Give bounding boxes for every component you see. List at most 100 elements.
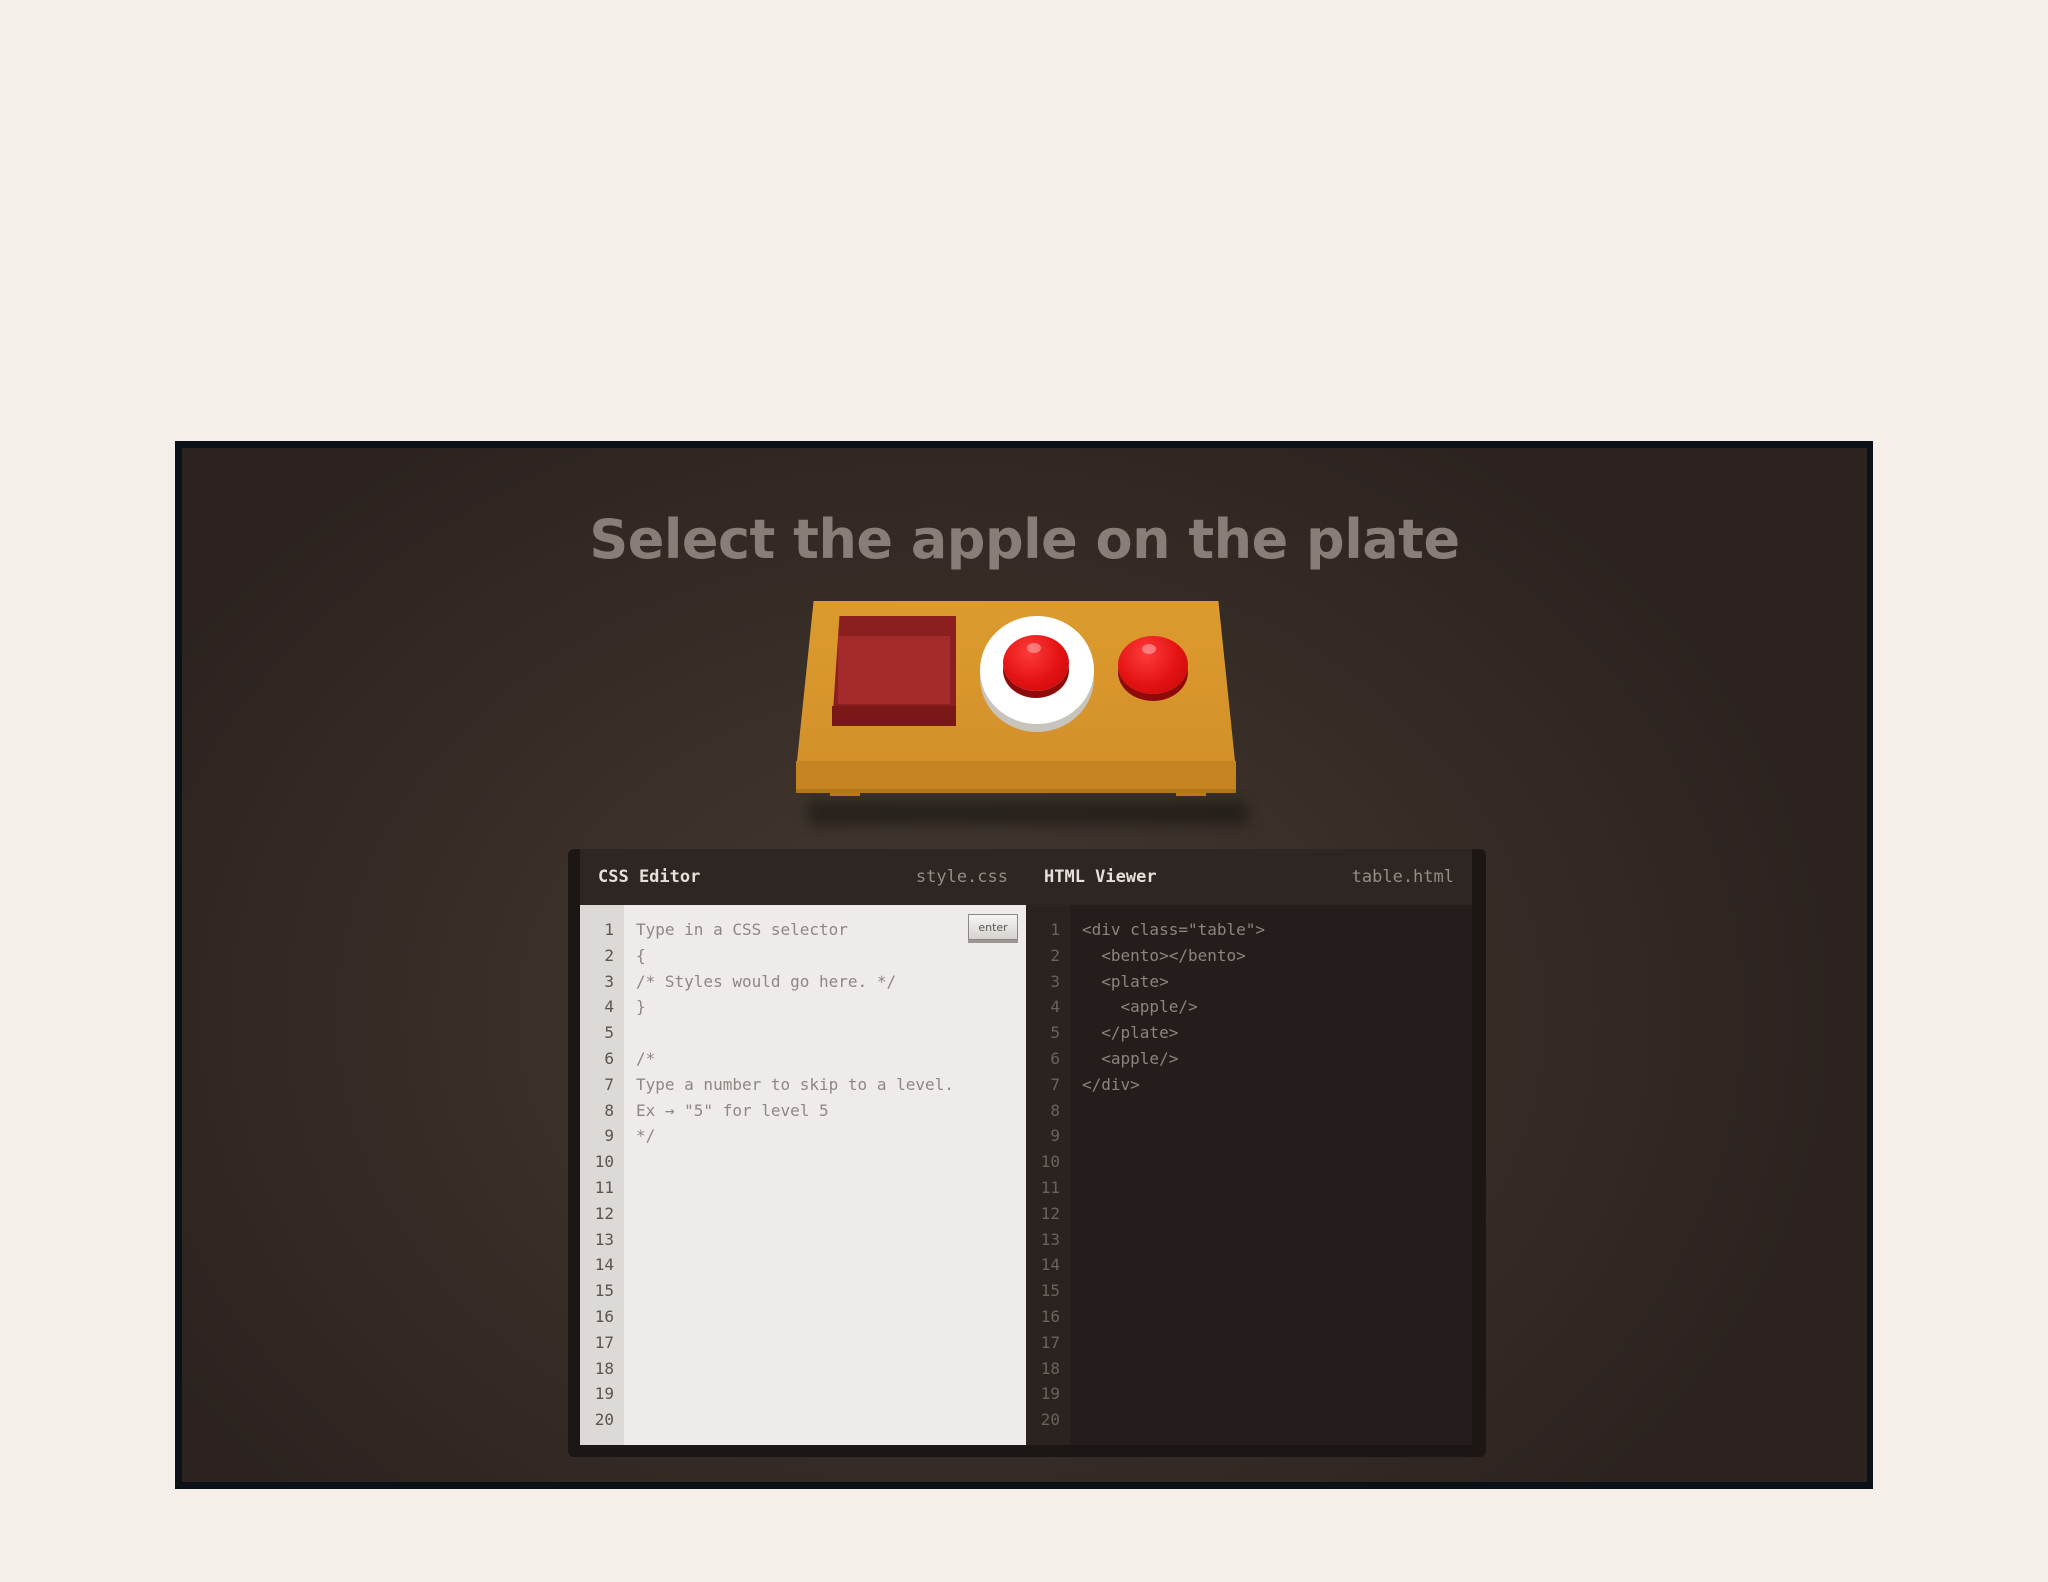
css-code-line bbox=[636, 1381, 1026, 1407]
html-code-line bbox=[1082, 1304, 1472, 1330]
line-number: 4 bbox=[1050, 997, 1060, 1017]
table-edge bbox=[796, 761, 1236, 793]
html-code-line: <plate> bbox=[1082, 971, 1169, 991]
line-number: 19 bbox=[1040, 1384, 1060, 1404]
line-number: 5 bbox=[604, 1023, 614, 1043]
css-code-line bbox=[636, 1227, 1026, 1253]
bento-box-front bbox=[832, 706, 956, 726]
line-number: 20 bbox=[1040, 1410, 1060, 1430]
css-code-line: { bbox=[636, 945, 646, 965]
line-number: 6 bbox=[604, 1048, 614, 1068]
css-code-line: /* bbox=[636, 1048, 656, 1068]
table-scene bbox=[796, 601, 1248, 831]
css-code-area[interactable]: 1 2 3 4 5 6 7 8 9 10 11 12 13 14 15 16 17 18 19 20 Type in … bbox=[580, 905, 1026, 1445]
css-code-line bbox=[636, 1407, 1026, 1433]
line-number: 18 bbox=[594, 1358, 614, 1378]
line-number: 8 bbox=[604, 1100, 614, 1120]
html-line-numbers: 1 2 3 4 5 6 7 8 9 10 11 12 13 14 15 16 17 18 19 20 bbox=[1026, 905, 1070, 1445]
line-number: 16 bbox=[1040, 1306, 1060, 1326]
css-code-line: /* Styles would go here. */ bbox=[636, 971, 897, 991]
line-number: 4 bbox=[604, 997, 614, 1017]
editor-container: CSS Editor style.css 1 2 3 4 5 6 7 8 9 10 11 12 13 14… bbox=[568, 849, 1486, 1457]
line-number: 10 bbox=[1040, 1152, 1060, 1172]
line-number: 2 bbox=[604, 945, 614, 965]
line-number: 20 bbox=[594, 1410, 614, 1430]
html-viewer-title: HTML Viewer bbox=[1044, 867, 1157, 887]
line-number: 2 bbox=[1050, 945, 1060, 965]
css-editor-title: CSS Editor bbox=[598, 867, 701, 887]
apple-icon bbox=[1118, 636, 1188, 694]
line-number: 3 bbox=[1050, 971, 1060, 991]
line-number: 10 bbox=[594, 1152, 614, 1172]
line-number: 3 bbox=[604, 971, 614, 991]
table-shadow bbox=[808, 801, 1248, 825]
line-number: 9 bbox=[604, 1126, 614, 1146]
line-number: 14 bbox=[594, 1255, 614, 1275]
css-editor-pane: CSS Editor style.css 1 2 3 4 5 6 7 8 9 10 11 12 13 14… bbox=[580, 849, 1026, 1445]
html-code-line: <apple/> bbox=[1082, 1048, 1179, 1068]
css-code-line: } bbox=[636, 997, 646, 1017]
html-code-line bbox=[1082, 1149, 1472, 1175]
css-code-line bbox=[636, 1304, 1026, 1330]
enter-button[interactable]: enter bbox=[968, 914, 1018, 940]
css-input[interactable]: Type in a CSS selector{/* Styles would g… bbox=[624, 905, 1026, 1445]
css-code-line bbox=[636, 1175, 1026, 1201]
game-stage: Select the apple on the plate CSS Editor… bbox=[182, 448, 1867, 1482]
line-number: 11 bbox=[594, 1177, 614, 1197]
line-number: 12 bbox=[594, 1203, 614, 1223]
css-code-line bbox=[636, 1330, 1026, 1356]
line-number: 8 bbox=[1050, 1100, 1060, 1120]
line-number: 13 bbox=[1040, 1229, 1060, 1249]
line-number: 17 bbox=[594, 1332, 614, 1352]
css-editor-header: CSS Editor style.css bbox=[580, 849, 1026, 905]
html-code-line: </div> bbox=[1082, 1074, 1140, 1094]
css-line-numbers: 1 2 3 4 5 6 7 8 9 10 11 12 13 14 15 16 17 18 19 20 bbox=[580, 905, 624, 1445]
line-number: 1 bbox=[604, 920, 614, 939]
html-code-line bbox=[1082, 1201, 1472, 1227]
line-number: 1 bbox=[1050, 920, 1060, 939]
css-code-line: Type a number to skip to a level. bbox=[636, 1074, 954, 1094]
html-code-line bbox=[1082, 1227, 1472, 1253]
line-number: 6 bbox=[1050, 1048, 1060, 1068]
html-code-line bbox=[1082, 1330, 1472, 1356]
line-number: 14 bbox=[1040, 1255, 1060, 1275]
css-editor-filename: style.css bbox=[915, 867, 1008, 887]
html-code-line bbox=[1082, 1252, 1472, 1278]
html-code-line: <div class="table"> bbox=[1082, 920, 1266, 939]
html-code-line bbox=[1082, 1098, 1472, 1124]
html-code-line bbox=[1082, 1356, 1472, 1382]
html-markup: <div class="table"> <bento></bento> <pla… bbox=[1070, 905, 1472, 1445]
game-frame: Select the apple on the plate CSS Editor… bbox=[175, 441, 1873, 1489]
html-code-line: </plate> bbox=[1082, 1023, 1179, 1043]
html-code-line bbox=[1082, 1123, 1472, 1149]
html-code-line bbox=[1082, 1407, 1472, 1433]
css-code-line bbox=[636, 1356, 1026, 1382]
line-number: 15 bbox=[594, 1281, 614, 1301]
html-code-line: <apple/> bbox=[1082, 997, 1198, 1017]
line-number: 16 bbox=[594, 1306, 614, 1326]
line-number: 15 bbox=[1040, 1281, 1060, 1301]
line-number: 7 bbox=[1050, 1074, 1060, 1094]
line-number: 17 bbox=[1040, 1332, 1060, 1352]
html-code-area: 1 2 3 4 5 6 7 8 9 10 11 12 13 14 15 16 17 18 19 20 <div cla… bbox=[1026, 905, 1472, 1445]
html-viewer-filename: table.html bbox=[1351, 867, 1454, 887]
css-code-line bbox=[636, 1252, 1026, 1278]
line-number: 11 bbox=[1040, 1177, 1060, 1197]
css-code-line bbox=[636, 1278, 1026, 1304]
line-number: 18 bbox=[1040, 1358, 1060, 1378]
line-number: 12 bbox=[1040, 1203, 1060, 1223]
css-code-line bbox=[636, 1201, 1026, 1227]
html-code-line: <bento></bento> bbox=[1082, 945, 1246, 965]
html-code-line bbox=[1082, 1175, 1472, 1201]
line-number: 7 bbox=[604, 1074, 614, 1094]
level-instruction: Select the apple on the plate bbox=[589, 508, 1460, 572]
html-viewer-pane: HTML Viewer table.html 1 2 3 4 5 6 7 8 9 10 11 12 13… bbox=[1026, 849, 1472, 1445]
line-number: 9 bbox=[1050, 1126, 1060, 1146]
css-code-line: */ bbox=[636, 1126, 656, 1146]
bento-box-inner bbox=[838, 636, 950, 704]
html-code-line bbox=[1082, 1278, 1472, 1304]
css-code-line: Ex → "5" for level 5 bbox=[636, 1100, 829, 1120]
line-number: 13 bbox=[594, 1229, 614, 1249]
line-number: 5 bbox=[1050, 1023, 1060, 1043]
line-number: 19 bbox=[594, 1384, 614, 1404]
